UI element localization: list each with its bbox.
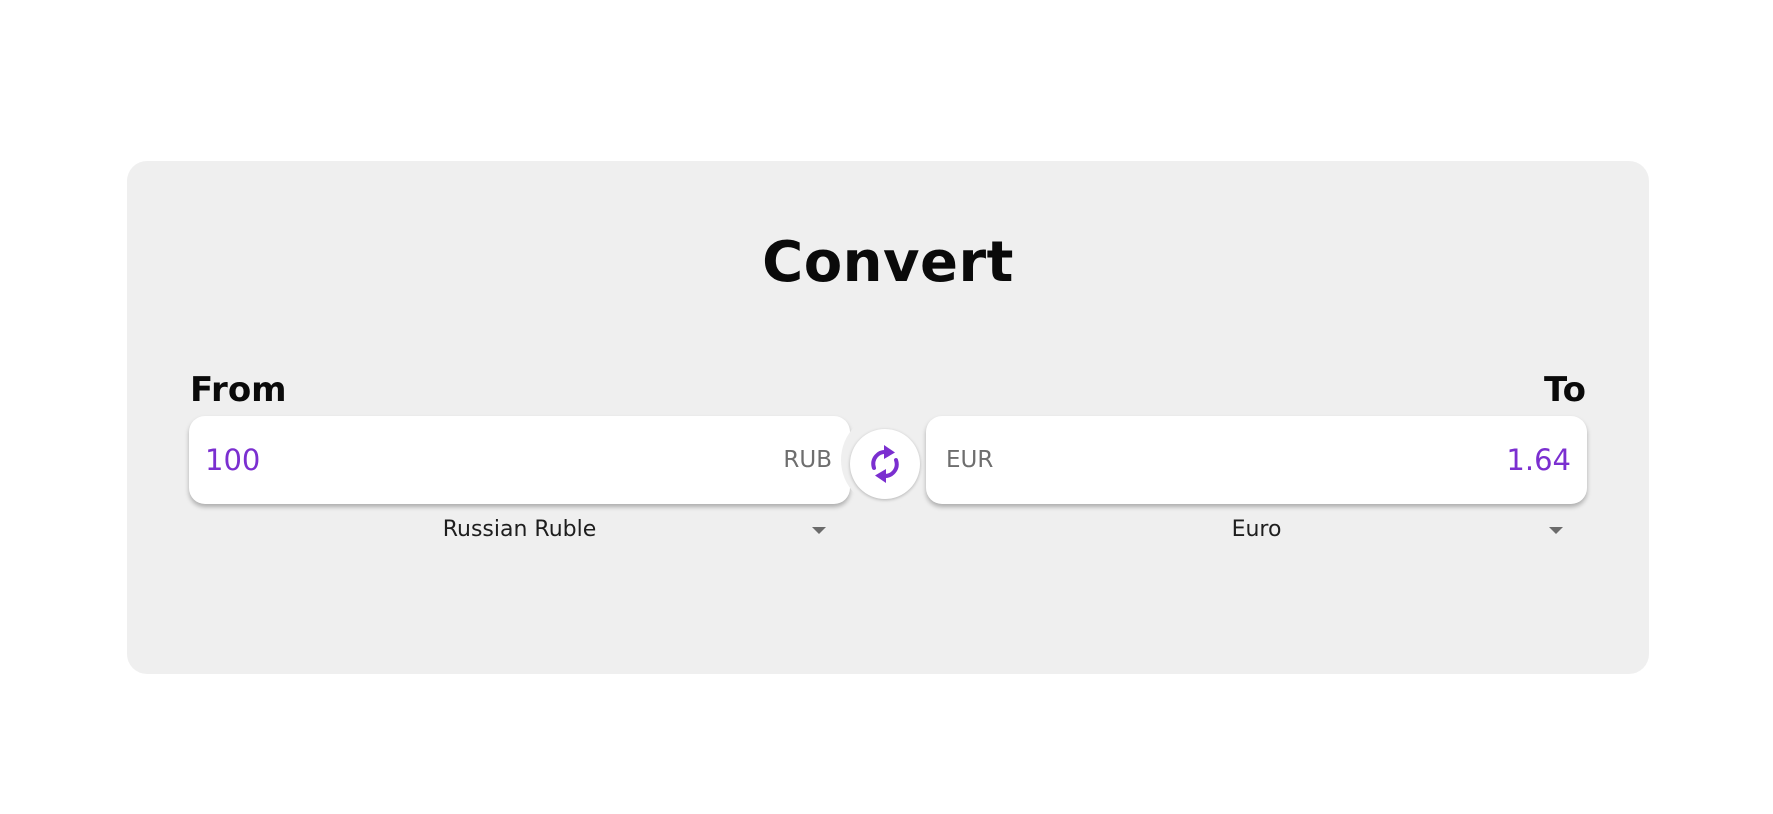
from-currency-select[interactable]: Russian Ruble — [189, 510, 850, 550]
converter-card: Convert From To 100 RUB EUR 1.64 Russian… — [127, 161, 1649, 674]
to-label: To — [1543, 370, 1586, 410]
page-title: Convert — [762, 230, 1014, 295]
to-currency-name: Euro — [1231, 517, 1282, 542]
from-currency-name: Russian Ruble — [442, 517, 597, 542]
swap-currencies-button[interactable] — [850, 429, 920, 499]
swap-arrows-icon — [865, 444, 905, 484]
to-currency-select[interactable]: Euro — [926, 510, 1587, 550]
chevron-down-icon — [812, 527, 826, 534]
from-amount-field[interactable]: 100 RUB — [189, 416, 850, 504]
to-currency-code: EUR — [946, 447, 994, 473]
to-amount-value[interactable]: 1.64 — [1506, 416, 1571, 504]
to-amount-field[interactable]: EUR 1.64 — [926, 416, 1587, 504]
chevron-down-icon — [1549, 527, 1563, 534]
from-currency-code: RUB — [783, 447, 832, 473]
from-amount-value[interactable]: 100 — [205, 416, 260, 504]
from-label: From — [190, 370, 287, 410]
